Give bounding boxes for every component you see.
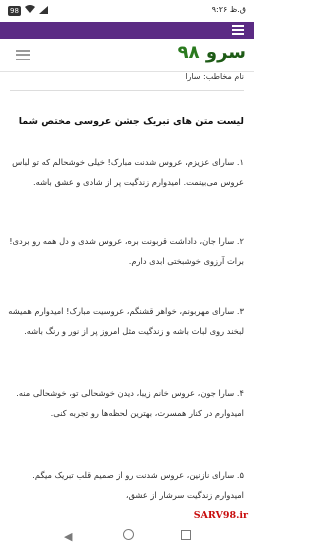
back-icon[interactable]: ◀: [64, 530, 72, 543]
recents-icon[interactable]: [181, 530, 191, 540]
paragraph-4: ۴. سارا جون، عروس خانم زیبا، دیدن خوشحال…: [16, 388, 244, 418]
logo-number: ۹۸: [177, 42, 200, 63]
status-time: ۹:۲۶ ق.ظ: [211, 5, 246, 14]
menu-icon[interactable]: [232, 25, 244, 35]
battery-icon: 98: [8, 5, 21, 16]
site-header: سرو ۹۸: [0, 39, 254, 72]
paragraph-3: ۳. سارای مهربونم، خواهر قشنگم، عروسیت مب…: [8, 306, 244, 336]
site-logo[interactable]: سرو ۹۸: [178, 42, 246, 63]
wifi-icon: [24, 5, 35, 16]
system-nav-bar: ◀: [0, 522, 254, 550]
paragraph-5: ۵. سارای نازنین، عروس شدنت رو از صمیم قل…: [32, 470, 244, 500]
paragraph-1: ۱. سارای عزیزم، عروس شدنت مبارک! خیلی خو…: [12, 157, 244, 187]
addressee-label: نام مخاطب: سارا: [185, 72, 244, 81]
logo-text: سرو: [205, 42, 246, 63]
article-content: نام مخاطب: سارا لیست متن های تبریک جشن ع…: [0, 72, 254, 522]
status-icons: 98: [8, 5, 48, 16]
browser-toolbar: [0, 22, 254, 39]
site-watermark: SARV98.ir: [193, 510, 248, 521]
home-icon[interactable]: [123, 529, 134, 540]
signal-icon: [38, 5, 48, 16]
hamburger-icon[interactable]: [16, 50, 30, 60]
screen: 98 ۹:۲۶ ق.ظ سرو ۹۸ نام مخاطب: سارا لیست …: [0, 0, 254, 550]
status-bar: 98 ۹:۲۶ ق.ظ: [0, 0, 254, 22]
divider: [10, 90, 244, 91]
paragraph-2: ۲. سارا جان، داداشت قربونت بره، عروس شدی…: [9, 236, 244, 266]
article-heading: لیست متن های تبریک جشن عروسی مختص شما: [18, 116, 244, 127]
